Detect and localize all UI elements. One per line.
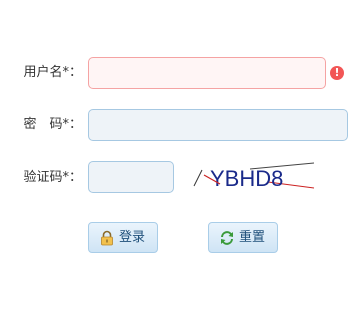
password-field[interactable]	[88, 109, 348, 141]
captcha-label: 验证码*：	[23, 170, 82, 185]
login-button[interactable]: 登录	[88, 222, 158, 253]
refresh-icon	[221, 230, 233, 245]
login-form: 用户名*： ! 密 码*： 验证码*： YBHD8 登录 重置	[0, 0, 361, 312]
captcha-image[interactable]: YBHD8	[190, 160, 318, 194]
lock-icon	[101, 230, 113, 245]
password-label: 密 码*：	[23, 117, 82, 132]
reset-button-label: 重置	[239, 229, 266, 245]
captcha-field[interactable]	[88, 161, 174, 193]
captcha-noise-line	[193, 169, 203, 187]
username-label: 用户名*：	[23, 65, 82, 80]
username-field[interactable]	[88, 57, 326, 89]
captcha-text: YBHD8	[210, 166, 283, 191]
login-button-label: 登录	[119, 229, 146, 245]
exclamation-circle-icon: !	[330, 66, 344, 80]
reset-button[interactable]: 重置	[208, 222, 278, 253]
